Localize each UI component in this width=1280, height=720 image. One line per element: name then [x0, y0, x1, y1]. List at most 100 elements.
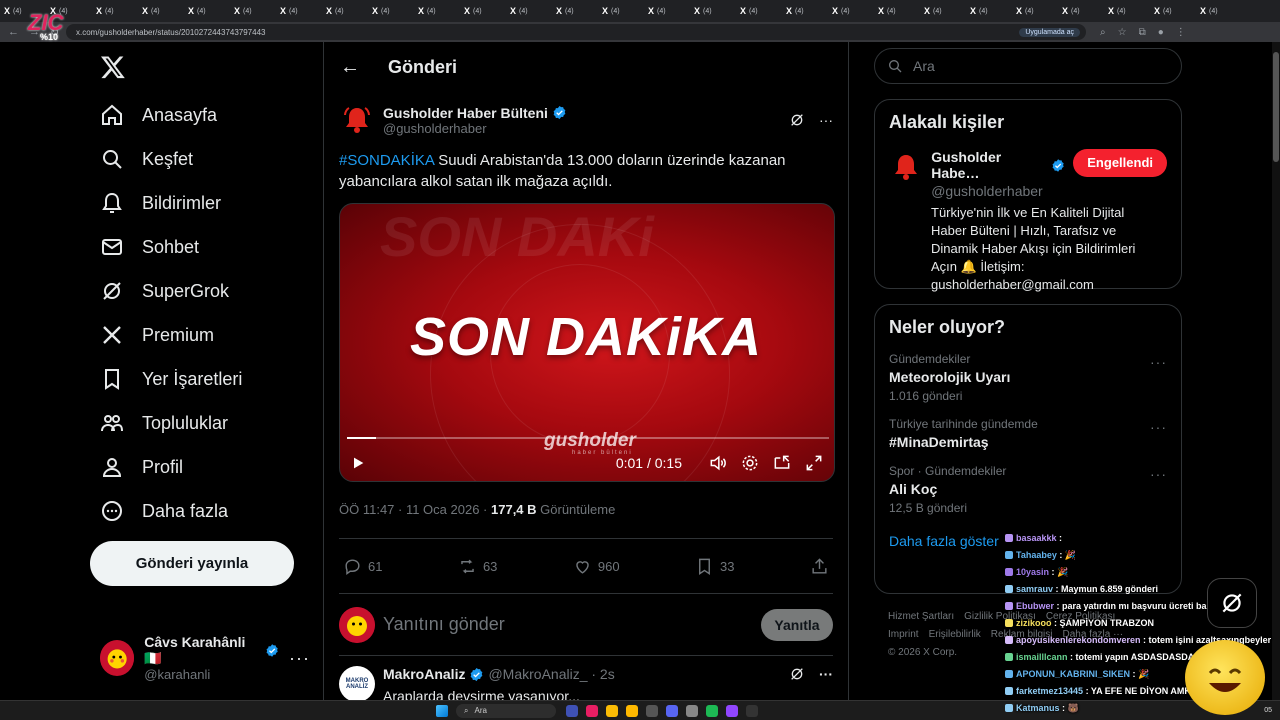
grok-icon[interactable] [789, 112, 805, 128]
author-handle[interactable]: @gusholderhaber [383, 121, 567, 136]
zoom-icon[interactable]: ⌕ [1100, 27, 1106, 38]
menu-icon[interactable]: ⋮ [1176, 27, 1186, 38]
related-name[interactable]: Gusholder Habe… [931, 149, 1047, 181]
tweet-more-icon[interactable]: ··· [819, 112, 833, 128]
related-person[interactable]: Gusholder Habe… @gusholderhaber Engellen… [889, 149, 1167, 199]
search-input[interactable]: Ara [874, 48, 1182, 84]
nav-item-x[interactable]: Premium [100, 313, 214, 357]
browser-tab[interactable]: X (4) [464, 2, 506, 20]
browser-tab[interactable]: X (4) [372, 2, 414, 20]
browser-tab[interactable]: X (4) [234, 2, 276, 20]
reply-button[interactable]: 61 [343, 557, 382, 576]
settings-icon[interactable] [740, 453, 760, 473]
trend-item[interactable]: Gündemdekiler Meteorolojik Uyarı 1.016 gön… [889, 352, 1167, 403]
nav-item-person[interactable]: Profil [100, 445, 183, 489]
footer-link[interactable]: Imprint [888, 629, 919, 640]
nav-item-mail[interactable]: Sohbet [100, 225, 199, 269]
back-arrow-icon[interactable]: ← [340, 56, 360, 79]
reply-tweet[interactable]: MAKRO ANALİZ MakroAnaliz @MakroAnaliz_ ·… [339, 656, 833, 700]
browser-tab[interactable]: X (4) [1016, 2, 1058, 20]
makro-avatar[interactable]: MAKRO ANALİZ [339, 666, 375, 700]
reply-more-icon[interactable]: ··· [819, 666, 833, 682]
browser-tab[interactable]: X (4) [1062, 2, 1104, 20]
browser-tab[interactable]: X (4) [556, 2, 598, 20]
nav-item-grok[interactable]: SuperGrok [100, 269, 229, 313]
play-icon[interactable] [350, 455, 366, 471]
browser-tab[interactable]: X (4) [694, 2, 736, 20]
browser-tab[interactable]: X (4) [1108, 2, 1150, 20]
author-avatar[interactable] [339, 102, 375, 138]
nav-item-home[interactable]: Anasayfa [100, 93, 217, 137]
browser-tab[interactable]: X (4) [96, 2, 138, 20]
nav-item-bell[interactable]: Bildirimler [100, 181, 221, 225]
folder-icon[interactable] [626, 704, 638, 717]
browser-tab[interactable]: X (4) [142, 2, 184, 20]
share-button[interactable] [810, 557, 829, 576]
obs-icon[interactable] [746, 704, 758, 717]
account-more-icon[interactable]: ··· [289, 648, 310, 669]
app-icon[interactable] [566, 704, 578, 717]
browser-tab[interactable]: X (4) [510, 2, 552, 20]
x-logo-icon[interactable] [100, 54, 126, 80]
discord-icon[interactable] [666, 704, 678, 717]
related-avatar[interactable] [889, 149, 924, 185]
bookmark-button[interactable]: 33 [695, 557, 735, 576]
trend-item[interactable]: Spor · Gündemdekiler Ali Koç 12,5 B gönder… [889, 464, 1167, 515]
browser-tab[interactable]: X (4) [648, 2, 690, 20]
spotify-icon[interactable] [706, 704, 718, 717]
grok-icon[interactable] [789, 666, 805, 682]
tweet-hashtag[interactable]: #SONDAKİKA [339, 152, 434, 169]
browser-tab[interactable]: X (4) [188, 2, 230, 20]
fullscreen-icon[interactable] [804, 453, 824, 473]
nav-item-more-circle[interactable]: Daha fazla [100, 489, 228, 533]
footer-link[interactable]: Erişilebilirlik [929, 629, 981, 640]
video-progress-bar[interactable] [347, 437, 829, 439]
trend-item[interactable]: Türkiye tarihinde gündemde #MinaDemirtaş ·… [889, 417, 1167, 450]
app-icon[interactable] [686, 704, 698, 717]
post-button[interactable]: Gönderi yayınla [90, 541, 294, 586]
browser-tab[interactable]: X (4) [878, 2, 920, 20]
url-field[interactable]: x.com/gusholderhaber/status/201027244374… [66, 24, 1086, 40]
app-icon[interactable] [586, 704, 598, 717]
browser-tab[interactable]: X (4) [786, 2, 828, 20]
taskbar-search[interactable]: ⌕ Ara [456, 703, 556, 718]
scrollbar-thumb[interactable] [1273, 52, 1279, 162]
footer-link[interactable]: Hizmet Şartları [888, 611, 954, 622]
tweet-timestamp[interactable]: ÖÖ 11:47 · 11 Oca 2026 · [339, 502, 491, 517]
volume-icon[interactable] [708, 453, 728, 473]
trend-more-icon[interactable]: ··· [1150, 354, 1167, 370]
browser-tab[interactable]: X (4) [418, 2, 460, 20]
open-in-app-button[interactable]: Uygulamada aç [1019, 27, 1080, 37]
nav-item-communities[interactable]: Topluluklar [100, 401, 228, 445]
trend-more-icon[interactable]: ··· [1150, 419, 1167, 435]
reply-input[interactable]: Yanıtını gönder [383, 614, 505, 635]
app-icon[interactable] [646, 704, 658, 717]
browser-tab[interactable]: X (4) [1154, 2, 1196, 20]
browser-tab[interactable]: X (4) [280, 2, 322, 20]
reply-submit-button[interactable]: Yanıtla [761, 608, 833, 641]
nav-item-search[interactable]: Keşfet [100, 137, 193, 181]
repost-button[interactable]: 63 [458, 557, 497, 576]
extensions-icon[interactable]: ⧉ [1139, 27, 1146, 38]
start-icon[interactable] [436, 704, 448, 717]
browser-tab[interactable]: X (4) [1200, 2, 1242, 20]
browser-tab[interactable]: X (4) [832, 2, 874, 20]
chrome-icon[interactable] [606, 704, 618, 717]
author-name[interactable]: Gusholder Haber Bülteni [383, 105, 548, 121]
profile-icon[interactable]: ● [1158, 27, 1164, 38]
like-button[interactable]: 960 [573, 557, 620, 576]
blocked-button[interactable]: Engellendi [1073, 149, 1167, 177]
browser-tab[interactable]: X (4) [602, 2, 644, 20]
trend-more-icon[interactable]: ··· [1150, 466, 1167, 482]
app-icon[interactable] [726, 704, 738, 717]
reply-author-name[interactable]: MakroAnaliz [383, 666, 465, 682]
nav-item-bookmark[interactable]: Yer İşaretleri [100, 357, 242, 401]
star-icon[interactable]: ☆ [1118, 27, 1127, 38]
browser-tab[interactable]: X (4) [924, 2, 966, 20]
browser-tab[interactable]: X (4) [970, 2, 1012, 20]
back-icon[interactable]: ← [8, 26, 19, 39]
tweet-video[interactable]: SON DAKi SON DAKiKA gusholder haber bült… [339, 203, 835, 482]
picture-in-picture-icon[interactable] [772, 453, 792, 473]
grok-floating-button[interactable] [1207, 578, 1257, 628]
account-switcher[interactable]: Câvs Karahânli 🇮🇹 @karahanli ··· [100, 634, 310, 682]
